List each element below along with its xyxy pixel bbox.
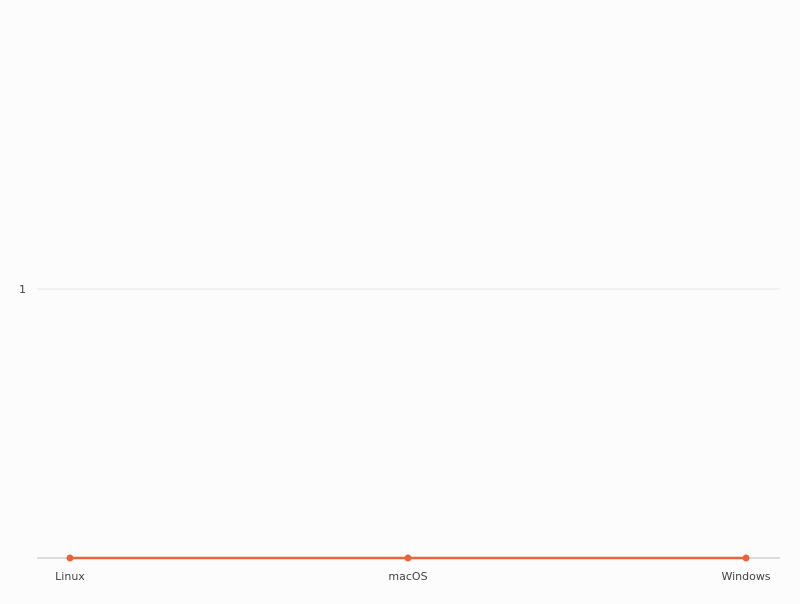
y-tick-label: 1	[19, 283, 26, 296]
x-tick-label: Windows	[721, 570, 770, 583]
data-point	[66, 554, 74, 562]
series-layer	[66, 554, 750, 562]
data-point	[742, 554, 750, 562]
x-tick-label: Linux	[55, 570, 85, 583]
label-layer: 1 Linux macOS Windows	[19, 283, 771, 583]
data-point	[404, 554, 412, 562]
x-tick-label: macOS	[388, 570, 427, 583]
chart-svg: 1 Linux macOS Windows	[19, 283, 780, 583]
line-chart: 1 Linux macOS Windows	[0, 0, 800, 600]
